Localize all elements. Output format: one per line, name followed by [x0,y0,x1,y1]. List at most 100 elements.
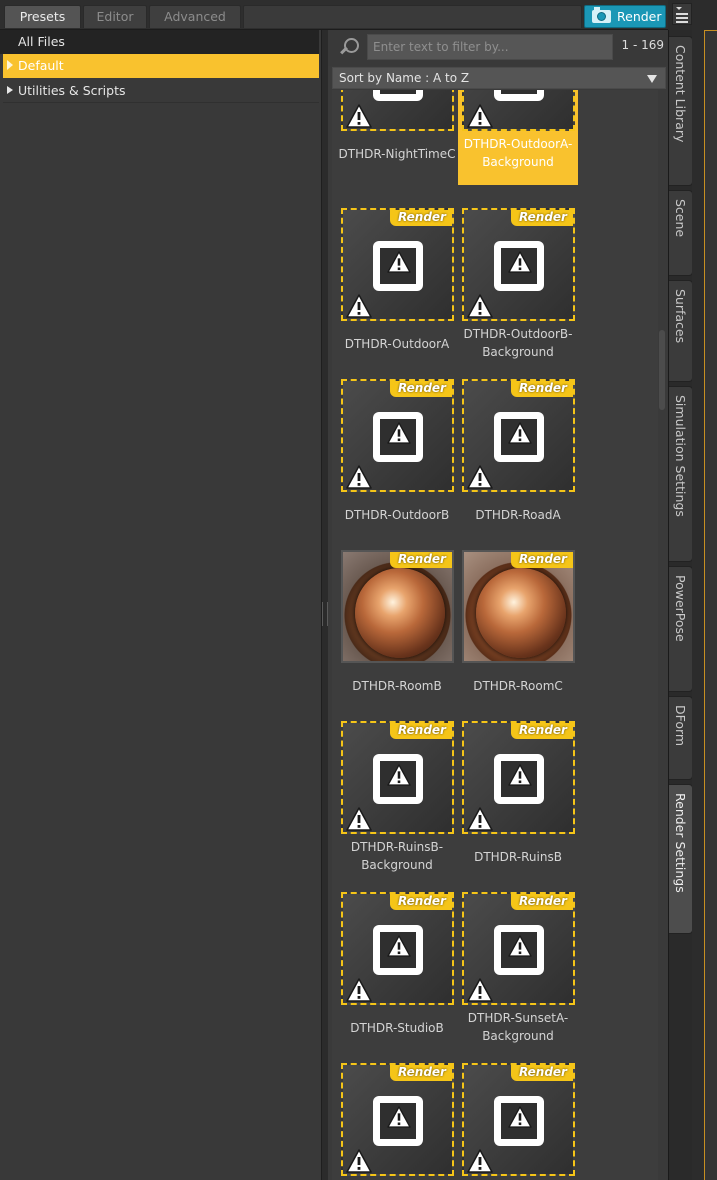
result-count: 1 - 169 [621,38,665,52]
warning-icon [508,935,532,959]
preset-thumbnail[interactable]: Render [341,379,454,492]
hamburger-menu-icon[interactable] [672,3,692,25]
image-frame-icon [373,90,423,101]
preset-item-label: DTHDR-RoadA [475,508,561,522]
missing-file-warning-icon [467,1149,493,1173]
tree-item-all-files[interactable]: All Files [0,30,319,54]
hdr-sphere-preview [355,568,445,658]
render-button[interactable]: Render [584,5,666,28]
preset-thumbnail[interactable]: Render [462,550,575,663]
tree-item-label: Default [18,58,64,73]
preset-item[interactable]: Render DTHDR-RoomB [337,546,457,717]
missing-file-warning-icon [467,294,493,318]
preset-thumbnail[interactable]: Render [462,1063,575,1176]
tab-bar-spacer [243,5,582,28]
filter-bar: 1 - 169 [328,30,668,66]
render-badge: Render [390,723,452,739]
panel-tab-bar: Presets Editor Advanced Render [0,0,668,30]
image-frame-icon [494,90,544,101]
preset-item-label: DTHDR-OutdoorA- Background [463,137,573,169]
render-badge: Render [390,210,452,226]
preset-thumbnail[interactable]: Render [462,721,575,834]
content-panel: 1 - 169 Sort by Name : A to Z DTHDR-Nigh… [328,30,668,1180]
render-badge: Render [390,894,452,910]
preset-thumbnail[interactable]: Render [462,379,575,492]
preset-item[interactable]: Render DTHDR-RuinsB- Background [337,717,457,888]
render-badge: Render [390,1065,452,1081]
missing-file-warning-icon [467,104,493,128]
preset-item-label: DTHDR-OutdoorB- Background [463,327,573,359]
preset-item[interactable]: Render DTHDR-RoadA [458,375,578,546]
chevron-down-icon [647,75,657,83]
preset-thumbnail[interactable]: Render [341,721,454,834]
side-tab-strip: Content Library Scene Surfaces Simulation S… [668,30,693,1180]
tab-editor[interactable]: Editor [83,5,147,28]
hdr-sphere-preview [476,568,566,658]
missing-file-warning-icon [346,465,372,489]
missing-file-warning-icon [346,1149,372,1173]
preset-thumbnail[interactable]: Render [341,1063,454,1176]
preset-thumbnail[interactable] [462,90,575,131]
side-tab-simulation-settings[interactable]: Simulation Settings [669,386,693,562]
viewport-edge [692,0,717,1180]
preset-thumbnail[interactable]: Render [341,892,454,1005]
preset-item[interactable]: Render DTHDR-OutdoorB- Background [458,204,578,375]
preset-item-label: DTHDR-RoomC [473,679,563,693]
side-tab-scene[interactable]: Scene [669,190,693,276]
preset-item-label: DTHDR-SunsetA- Background [467,1011,569,1043]
tab-advanced[interactable]: Advanced [149,5,241,28]
side-tab-content-library[interactable]: Content Library [669,36,693,186]
expand-arrow-icon[interactable] [7,60,13,70]
preset-item[interactable]: Render DTHDR-RoomC [458,546,578,717]
side-tab-surfaces[interactable]: Surfaces [669,280,693,382]
preset-thumbnail[interactable]: Render [341,550,454,663]
preset-item[interactable]: RenderDTHDR-SunsetA [337,1059,457,1180]
preset-thumbnail[interactable]: Render [462,892,575,1005]
render-badge: Render [511,210,573,226]
preset-item-label: DTHDR-RuinsB- Background [350,840,444,872]
preset-item[interactable]: Render DTHDR-OutdoorB [337,375,457,546]
render-button-label: Render [617,9,662,24]
tab-presets[interactable]: Presets [4,5,81,28]
render-badge: Render [511,552,573,568]
missing-file-warning-icon [346,294,372,318]
preset-item[interactable]: Render DTHDR-SunsetA- Background [458,888,578,1059]
filter-input[interactable] [367,34,613,60]
warning-icon [508,422,532,446]
preset-item[interactable]: RenderDTSol-SunnyA [458,1059,578,1180]
tree-item-label: Utilities & Scripts [18,83,126,98]
warning-icon [387,422,411,446]
side-tab-dform[interactable]: DForm [669,696,693,780]
render-badge: Render [390,381,452,397]
missing-file-warning-icon [346,807,372,831]
sort-dropdown[interactable]: Sort by Name : A to Z [332,67,666,89]
preset-item-label: DTHDR-RoomB [352,679,442,693]
category-tree: All Files Default Utilities & Scripts [0,30,322,1180]
scrollbar[interactable] [658,90,666,1180]
side-tab-render-settings[interactable]: Render Settings [669,784,693,934]
preset-item[interactable]: Render DTHDR-StudioB [337,888,457,1059]
missing-file-warning-icon [467,978,493,1002]
side-tab-label: Scene [673,199,688,238]
preset-item[interactable]: Render DTHDR-OutdoorA [337,204,457,375]
preset-thumbnail[interactable]: Render [341,208,454,321]
preset-item-label: DTHDR-OutdoorA [344,337,450,351]
preset-thumbnail[interactable]: Render [462,208,575,321]
preset-item-label: DTHDR-RuinsB [474,850,562,864]
warning-icon [508,251,532,275]
render-badge: Render [511,894,573,910]
tree-item-default[interactable]: Default [3,54,319,78]
warning-icon [508,1106,532,1130]
search-icon[interactable] [338,37,360,59]
preset-item[interactable]: Render DTHDR-RuinsB [458,717,578,888]
expand-arrow-icon[interactable] [7,86,13,94]
preset-item-label: DTHDR-OutdoorB [344,508,450,522]
missing-file-warning-icon [467,807,493,831]
side-tab-powerpose[interactable]: PowerPose [669,566,693,692]
preset-thumbnail[interactable] [341,90,454,131]
preset-item[interactable]: DTHDR-OutdoorA- Background [458,90,578,185]
preset-item[interactable]: DTHDR-NightTimeC [337,90,457,185]
missing-file-warning-icon [467,465,493,489]
tree-item-utilities-scripts[interactable]: Utilities & Scripts [3,79,319,103]
scrollbar-thumb[interactable] [659,330,665,410]
